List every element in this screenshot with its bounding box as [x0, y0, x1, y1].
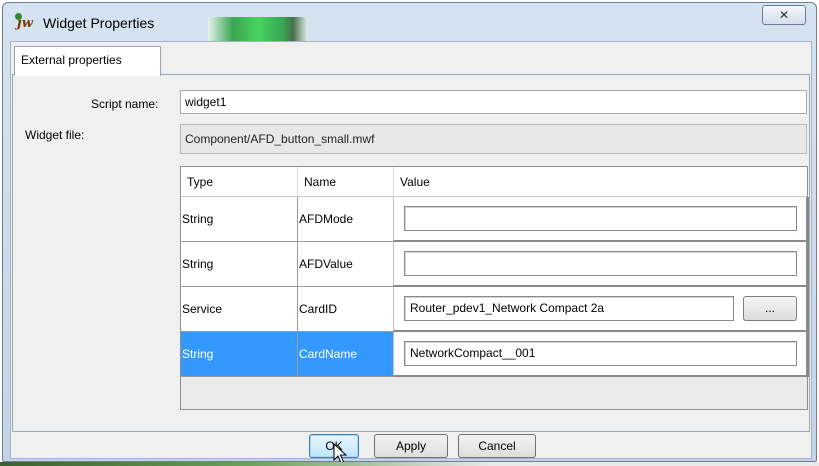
- taskbar-strip: [0, 462, 819, 466]
- table-row[interactable]: Service CardID Router_pdev1_Network Comp…: [181, 287, 809, 332]
- value-cell: Router_pdev1_Network Compact 2a ...: [393, 287, 809, 332]
- name-cell: CardID: [298, 287, 394, 332]
- widget-file-field: Component/AFD_button_small.mwf: [180, 124, 807, 154]
- name-cell: CardName: [298, 332, 394, 377]
- dialog-footer: OK Apply Cancel: [12, 434, 810, 458]
- cardid-value-input[interactable]: Router_pdev1_Network Compact 2a: [404, 296, 734, 321]
- widget-properties-window: jw Widget Properties ✕ External properti…: [2, 2, 817, 462]
- table-row[interactable]: String AFDValue: [181, 242, 809, 287]
- table-header: Type Name Value: [181, 167, 807, 197]
- afdvalue-value-input[interactable]: [404, 251, 797, 276]
- type-cell: String: [181, 332, 298, 377]
- close-icon: ✕: [778, 8, 790, 22]
- table-row-selected[interactable]: String CardName NetworkCompact__001: [181, 332, 809, 377]
- value-cell: NetworkCompact__001: [393, 332, 809, 377]
- widget-file-label: Widget file:: [25, 128, 85, 142]
- properties-table: Type Name Value String AFDMode String AF…: [180, 166, 809, 410]
- cancel-button[interactable]: Cancel: [458, 434, 536, 458]
- title-bar[interactable]: jw Widget Properties ✕: [3, 3, 816, 41]
- browse-button[interactable]: ...: [743, 296, 797, 321]
- apply-button[interactable]: Apply: [374, 434, 448, 458]
- script-name-label: Script name:: [91, 97, 159, 111]
- script-name-input[interactable]: widget1: [180, 90, 807, 114]
- type-cell: String: [181, 242, 298, 287]
- dialog-client-area: External properties Script name: widget1…: [10, 41, 812, 459]
- name-cell: AFDMode: [298, 197, 394, 242]
- close-button[interactable]: ✕: [762, 5, 806, 25]
- column-header-type[interactable]: Type: [181, 167, 298, 197]
- name-cell: AFDValue: [298, 242, 394, 287]
- column-header-name[interactable]: Name: [298, 167, 394, 197]
- afdmode-value-input[interactable]: [404, 206, 797, 231]
- title-decoration: [208, 17, 308, 41]
- type-cell: String: [181, 197, 298, 242]
- cardname-value-input[interactable]: NetworkCompact__001: [404, 341, 797, 366]
- window-title: Widget Properties: [43, 15, 155, 31]
- value-cell: [393, 197, 809, 242]
- type-cell: Service: [181, 287, 298, 332]
- column-header-value[interactable]: Value: [394, 167, 809, 197]
- app-icon: jw: [15, 13, 37, 33]
- table-row[interactable]: String AFDMode: [181, 197, 809, 242]
- value-cell: [393, 242, 809, 287]
- tab-external-properties[interactable]: External properties: [14, 46, 161, 76]
